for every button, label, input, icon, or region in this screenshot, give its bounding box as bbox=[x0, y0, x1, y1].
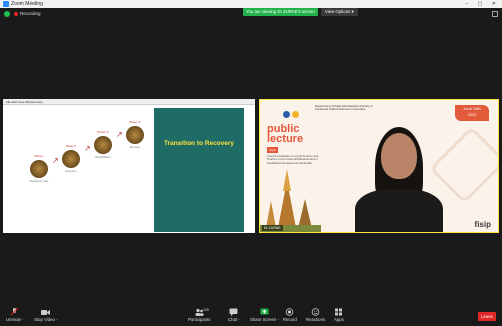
stop-video-label: Stop Video bbox=[34, 317, 55, 322]
public-lecture-heading: public lecture bbox=[267, 124, 304, 145]
chat-label: Chat bbox=[228, 317, 238, 322]
unmute-button[interactable]: Unmute^ bbox=[6, 308, 23, 322]
recording-indicator[interactable]: Recording bbox=[14, 8, 41, 20]
recording-label: Recording bbox=[20, 11, 41, 16]
topic-badge: Topic bbox=[267, 147, 279, 153]
university-logo-icon bbox=[283, 111, 290, 118]
phase-text: Recovery bbox=[129, 146, 141, 149]
meeting-toolbar: Unmute^ Stop Video^ Participants 109 Cha… bbox=[0, 306, 502, 326]
participants-label: Participants bbox=[188, 317, 211, 322]
record-dot-icon bbox=[14, 11, 18, 16]
view-options-button[interactable]: View Options ▾ bbox=[321, 8, 358, 16]
chat-bubble-icon bbox=[229, 308, 238, 316]
slide-title-panel: Transition to Recovery bbox=[154, 108, 244, 232]
phase-label: Phase III bbox=[97, 130, 109, 134]
phase-text: Emergency relief bbox=[29, 180, 49, 183]
reactions-button[interactable]: Reactions bbox=[306, 308, 325, 322]
record-label: Record bbox=[283, 317, 297, 322]
speaker-figure bbox=[339, 127, 459, 233]
phase-label: Phase IV bbox=[129, 120, 141, 124]
apps-grid-icon bbox=[335, 308, 343, 316]
window-title: Zoom Meeting bbox=[11, 1, 43, 7]
leave-button[interactable]: Leave bbox=[478, 312, 496, 321]
participants-button[interactable]: Participants 109 bbox=[188, 308, 210, 322]
share-screen-button[interactable]: Share Screen^ bbox=[250, 308, 279, 322]
reactions-label: Reactions bbox=[306, 317, 326, 322]
ministry-logo-icon bbox=[292, 111, 299, 118]
shared-screen-tile: File Edit View Window Help Phase I Emerg… bbox=[3, 99, 255, 233]
event-date-badge: June 26th 2022 bbox=[455, 105, 489, 121]
meeting-topbar: Recording You are viewing Dr ZURAE's scr… bbox=[0, 8, 502, 20]
phase-label: Phase I bbox=[34, 154, 44, 158]
department-text: Department of Public Administration Facu… bbox=[315, 104, 373, 112]
phase-text: Response bbox=[65, 170, 77, 173]
window-controls[interactable]: – ▢ ✕ bbox=[466, 0, 500, 8]
phase-icon bbox=[94, 136, 112, 154]
view-options-label: View Options bbox=[325, 9, 351, 14]
shared-app-menubar: File Edit View Window Help bbox=[3, 99, 255, 105]
phase-2: Phase II Response bbox=[54, 144, 88, 173]
phase-4: Phase IV Recovery bbox=[118, 120, 152, 149]
participant-video-tile[interactable]: Department of Public Administration Facu… bbox=[259, 99, 499, 233]
event-date-line2: 2022 bbox=[467, 112, 477, 117]
apps-button[interactable]: Apps bbox=[334, 308, 344, 322]
microphone-muted-icon bbox=[10, 308, 19, 316]
phase-label: Phase II bbox=[65, 144, 77, 148]
phase-icon bbox=[62, 150, 80, 168]
share-screen-label: Share Screen bbox=[250, 317, 277, 322]
smiley-icon bbox=[311, 308, 320, 316]
chevron-up-icon[interactable]: ^ bbox=[238, 318, 239, 322]
speaker-face bbox=[381, 133, 417, 179]
unmute-label: Unmute bbox=[6, 317, 22, 322]
participant-name-tag: Dr ZURAE bbox=[262, 225, 283, 231]
phase-icon bbox=[126, 126, 144, 144]
record-icon bbox=[286, 308, 294, 316]
share-screen-icon bbox=[260, 308, 269, 315]
participants-count: 109 bbox=[203, 308, 209, 312]
phase-icon bbox=[30, 160, 48, 178]
slide-title: Transition to Recovery bbox=[163, 140, 235, 147]
temple-illustration bbox=[259, 169, 321, 233]
presentation-slide: Phase I Emergency relief ↗ Phase II Resp… bbox=[14, 108, 244, 232]
fullscreen-icon[interactable] bbox=[492, 11, 498, 17]
phase-1: Phase I Emergency relief bbox=[22, 154, 56, 183]
chat-button[interactable]: Chat^ bbox=[228, 308, 240, 322]
phase-3: Phase III Rehabilitation bbox=[86, 130, 120, 159]
apps-label: Apps bbox=[334, 317, 344, 322]
zoom-app-icon bbox=[3, 1, 9, 7]
stop-video-button[interactable]: Stop Video^ bbox=[34, 308, 57, 322]
viewing-screen-banner: You are viewing Dr ZURAE's screen bbox=[243, 8, 318, 16]
phase-text: Rehabilitation bbox=[95, 156, 111, 159]
chevron-up-icon[interactable]: ^ bbox=[56, 318, 57, 322]
lecture-label: lecture bbox=[267, 133, 304, 145]
window-titlebar: Zoom Meeting – ▢ ✕ bbox=[0, 0, 502, 8]
record-button[interactable]: Record bbox=[283, 308, 297, 322]
speaker-body bbox=[355, 189, 443, 233]
fisip-logo: fisip bbox=[474, 220, 491, 229]
chevron-up-icon[interactable]: ^ bbox=[22, 318, 23, 322]
video-camera-icon bbox=[41, 310, 51, 315]
security-shield-icon[interactable] bbox=[4, 11, 10, 17]
chevron-up-icon[interactable]: ^ bbox=[277, 318, 278, 322]
sponsor-logos bbox=[283, 105, 309, 118]
